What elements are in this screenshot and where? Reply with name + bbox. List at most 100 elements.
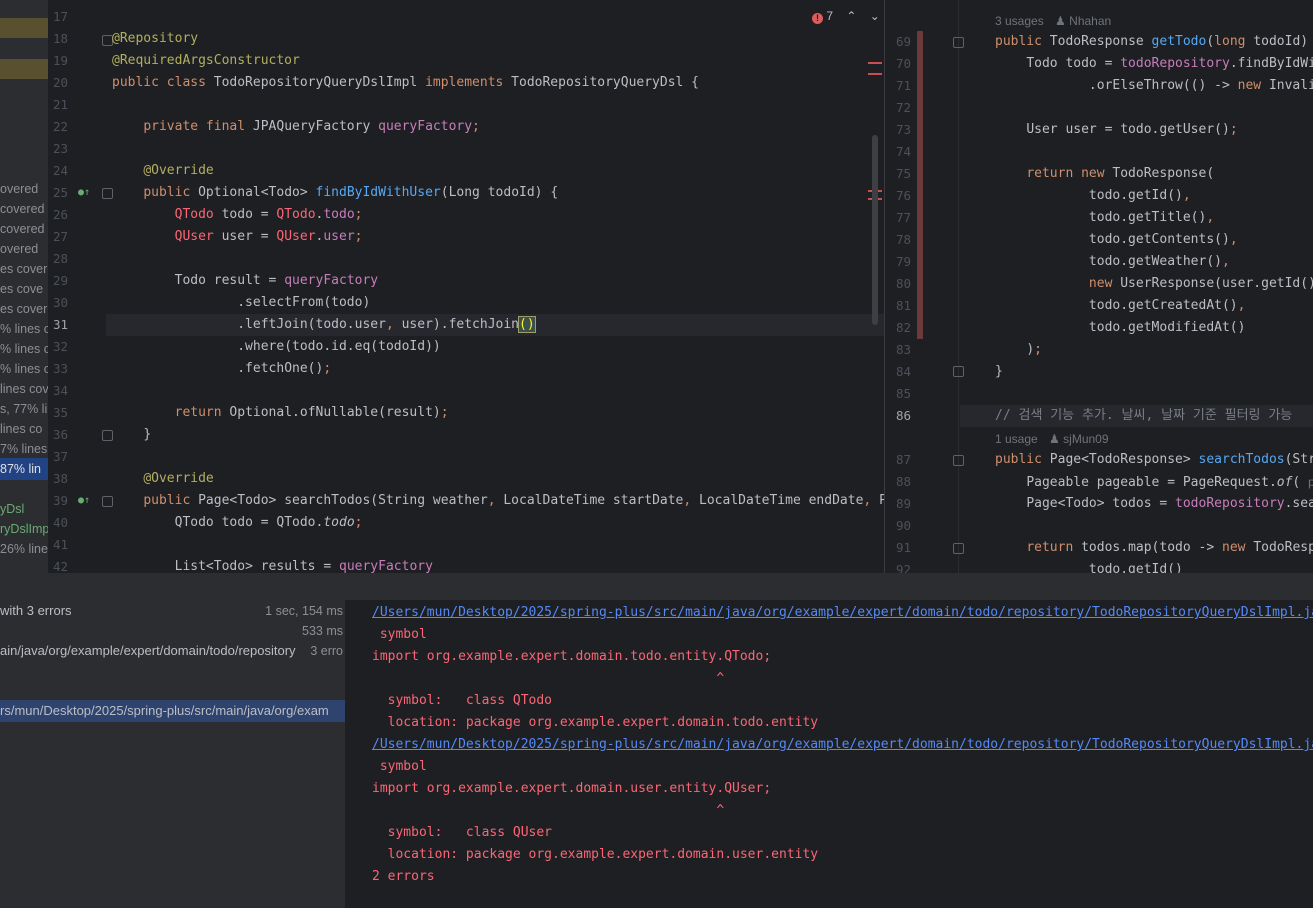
coverage-entry: es cove (0, 282, 44, 296)
coverage-entry: es cover (0, 302, 48, 316)
fold-icon[interactable] (953, 37, 964, 48)
code-line: // 검색 기능 추가. 날씨, 날짜 기준 필터링 가능 (995, 408, 1293, 423)
line-number: 92 (895, 562, 911, 573)
code-line: return Optional.ofNullable(result); (174, 405, 449, 420)
editor-right[interactable]: 69 70 71 72 73 74 75 76 77 78 79 80 81 82 83 84 85 86 87 88… (885, 0, 1313, 573)
console-line: symbol: class QUser (372, 825, 553, 840)
code-line: new UserResponse(user.getId() (1088, 276, 1313, 291)
editor-split-divider[interactable] (884, 0, 885, 573)
code-line: todo.getCreatedAt(), (1088, 298, 1246, 313)
code-line: public Page<Todo> searchTodos(String wea… (143, 493, 884, 508)
fold-icon[interactable] (953, 543, 964, 554)
line-number: 91 (895, 540, 911, 555)
code-line: private final JPAQueryFactory queryFacto… (143, 119, 480, 134)
line-number: 26 (52, 207, 68, 222)
build-status[interactable]: with 3 errors (0, 600, 72, 622)
build-path-item[interactable]: ain/java/org/example/expert/domain/todo/… (0, 640, 296, 662)
line-number: 72 (895, 100, 911, 115)
usages-hint[interactable]: 3 usages ♟ Nhahan (995, 11, 1111, 31)
line-number: 24 (52, 163, 68, 178)
code-line: @RequiredArgsConstructor (112, 53, 300, 68)
build-time: 1 sec, 154 ms (265, 604, 343, 618)
code-line: Pageable pageable = PageRequest.of( p (1026, 475, 1313, 490)
console-line: symbol (372, 759, 427, 774)
code-line: } (995, 364, 1003, 379)
override-icon[interactable]: ●↑ (78, 495, 90, 506)
chevron-down-icon[interactable]: ⌄ (870, 9, 880, 23)
chevron-up-icon[interactable]: ⌃ (846, 9, 856, 23)
fold-icon[interactable] (953, 455, 964, 466)
code-line: Todo todo = todoRepository.findByIdWi (1026, 56, 1313, 71)
coverage-panel: overed covered covered overed es cover es cov… (0, 0, 48, 573)
line-number: 75 (895, 166, 911, 181)
line-number: 73 (895, 122, 911, 137)
coverage-entry: lines cov (0, 382, 48, 396)
console-line: location: package org.example.expert.dom… (372, 715, 819, 730)
line-number: 86 (895, 408, 911, 423)
coverage-entry: covered (0, 222, 45, 236)
error-file-link[interactable]: /Users/mun/Desktop/2025/spring-plus/src/… (372, 602, 1313, 624)
code-line: return todos.map(todo -> new TodoResp (1026, 540, 1313, 555)
coverage-entry: 7% lines (0, 442, 48, 456)
line-number: 20 (52, 75, 68, 90)
console-line: import org.example.expert.domain.user.en… (372, 781, 772, 796)
line-number: 34 (52, 383, 68, 398)
code-line: List<Todo> results = queryFactory (174, 559, 433, 573)
build-console[interactable]: /Users/mun/Desktop/2025/spring-plus/src/… (345, 600, 1313, 908)
author-name: Nhahan (1069, 14, 1112, 28)
code-line: todo.getId() (1088, 562, 1183, 573)
line-number: 76 (895, 188, 911, 203)
line-number: 90 (895, 518, 911, 533)
coverage-entry: overed (0, 242, 39, 256)
problems-count: 7 (826, 9, 834, 23)
line-number: 84 (895, 364, 911, 379)
build-tree-panel[interactable]: with 3 errors 1 sec, 154 ms 533 ms ain/j… (0, 600, 345, 908)
console-line: location: package org.example.expert.dom… (372, 847, 819, 862)
line-number: 77 (895, 210, 911, 225)
scrollbar-thumb[interactable] (872, 135, 878, 325)
code-line: QTodo todo = QTodo.todo; (174, 515, 363, 530)
override-icon[interactable]: ●↑ (78, 187, 90, 198)
console-line: ^ (372, 671, 725, 686)
line-number: 81 (895, 298, 911, 313)
code-line: Todo result = queryFactory (174, 273, 379, 288)
usages-count: 3 usages (995, 14, 1044, 28)
console-line: ^ (372, 803, 725, 818)
build-error-count: 3 erro (310, 644, 343, 658)
code-line: .fetchOne(); (237, 361, 332, 376)
line-number: 82 (895, 320, 911, 335)
code-line: .orElseThrow(() -> new Invali (1088, 78, 1313, 93)
coverage-entry: s, 77% li (0, 402, 48, 416)
build-file-item[interactable]: rs/mun/Desktop/2025/spring-plus/src/main… (0, 700, 345, 722)
code-line: Page<Todo> todos = todoRepository.sea (1026, 496, 1313, 511)
code-line: todo.getId(), (1088, 188, 1191, 203)
fold-icon[interactable] (953, 366, 964, 377)
gutter-separator (958, 0, 959, 573)
code-line: User user = todo.getUser(); (1026, 122, 1238, 137)
code-line: .selectFrom(todo) (237, 295, 371, 310)
error-icon: ! (812, 13, 823, 24)
error-file-link[interactable]: /Users/mun/Desktop/2025/spring-plus/src/… (372, 734, 1313, 756)
usages-hint[interactable]: 1 usage ♟ sjMun09 (995, 429, 1109, 449)
line-number: 23 (52, 141, 68, 156)
problems-indicator[interactable]: ! 7 ⌃ ⌄ (812, 6, 880, 26)
tool-window-header (0, 573, 1313, 600)
coverage-change-block (0, 18, 48, 38)
error-stripe-mark (868, 62, 882, 64)
line-number: 33 (52, 361, 68, 376)
coverage-entry: % lines c (0, 322, 48, 336)
line-number: 27 (52, 229, 68, 244)
coverage-entry: 26% line (0, 542, 48, 556)
line-number: 79 (895, 254, 911, 269)
line-number: 39 (52, 493, 68, 508)
code-line: return new TodoResponse( (1026, 166, 1215, 181)
line-number: 32 (52, 339, 68, 354)
line-number: 87 (895, 452, 911, 467)
author-name: sjMun09 (1063, 432, 1109, 446)
line-number: 22 (52, 119, 68, 134)
code-line: todo.getTitle(), (1088, 210, 1215, 225)
code-line: .where(todo.id.eq(todoId)) (237, 339, 441, 354)
editor-left[interactable]: 17 18 19 20 21 22 23 24 25 26 27 28 29 30 31 32 33 34 35 36… (48, 0, 884, 573)
code-line: @Override (143, 163, 214, 178)
line-number: 69 (895, 34, 911, 49)
